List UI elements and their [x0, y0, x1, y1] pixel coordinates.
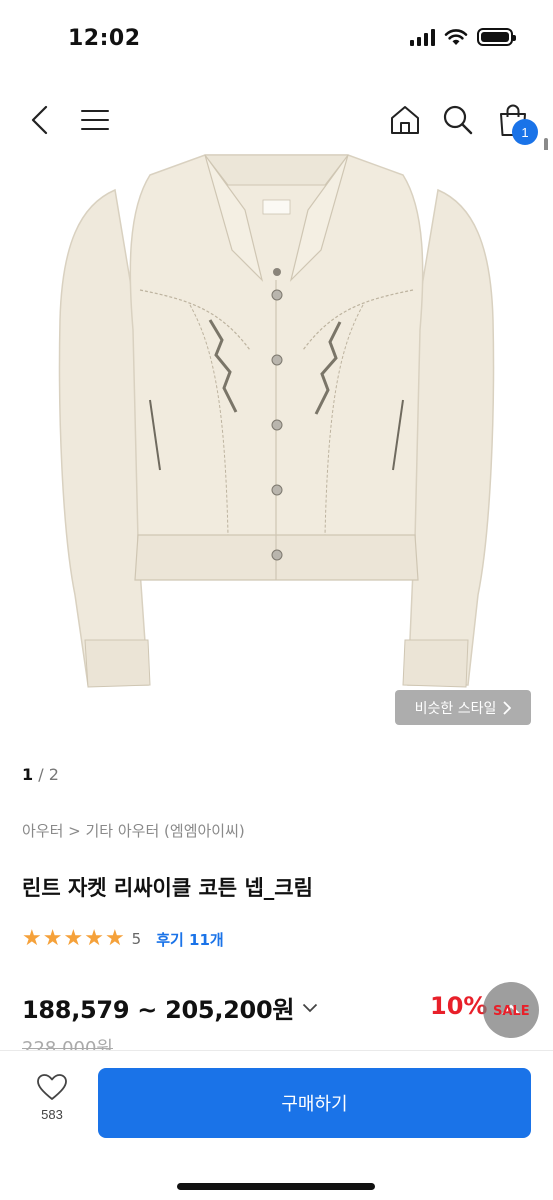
- star-icon: ★: [104, 926, 125, 951]
- bottom-purchase-bar: 583 구매하기: [0, 1050, 553, 1200]
- heart-icon: [37, 1074, 67, 1100]
- hamburger-menu-icon: [81, 110, 109, 130]
- cart-count-badge: 1: [512, 119, 538, 145]
- discount-rate: 10%: [430, 992, 488, 1020]
- chevron-right-icon: [503, 700, 512, 715]
- pager-total: 2: [48, 765, 59, 784]
- pager-current: 1: [22, 765, 34, 784]
- home-indicator: [177, 1183, 375, 1190]
- back-button[interactable]: [20, 100, 60, 140]
- search-icon: [443, 105, 473, 135]
- home-icon: [391, 106, 419, 134]
- rating-stars: ★ ★ ★ ★ ★: [22, 928, 125, 950]
- home-button[interactable]: [385, 100, 425, 140]
- sale-label: SALE: [493, 1004, 530, 1019]
- like-button[interactable]: 583: [22, 1073, 82, 1135]
- wifi-icon: [444, 29, 468, 45]
- price-row[interactable]: 188,579 ~ 205,200원: [22, 990, 318, 1025]
- similar-style-button[interactable]: 비슷한 스타일: [395, 690, 531, 725]
- status-bar: 12:02: [0, 0, 553, 84]
- status-icons: [410, 28, 516, 46]
- image-pager: 1 / 2: [22, 765, 59, 784]
- chevron-down-icon[interactable]: [302, 1003, 318, 1013]
- star-icon: ★: [22, 926, 42, 951]
- rating-value: 5: [131, 930, 142, 948]
- review-count-link[interactable]: 후기 11개: [156, 929, 224, 950]
- menu-button[interactable]: [75, 100, 115, 140]
- pager-separator: /: [38, 765, 44, 784]
- back-arrow-icon: [31, 105, 48, 135]
- star-icon: ★: [42, 926, 63, 951]
- category-breadcrumb[interactable]: 아우터 > 기타 아우터 (엠엠아이씨): [22, 820, 245, 841]
- battery-icon: [477, 28, 516, 46]
- search-button[interactable]: [438, 100, 478, 140]
- star-icon: ★: [63, 926, 84, 951]
- jacket-photo: [58, 154, 495, 688]
- rating-row: ★ ★ ★ ★ ★ 5 후기 11개: [22, 928, 224, 950]
- cellular-signal-icon: [410, 28, 435, 46]
- product-image[interactable]: [0, 150, 553, 745]
- star-icon: ★: [84, 926, 104, 951]
- status-time: 12:02: [68, 26, 141, 51]
- price-range: 188,579 ~ 205,200원: [22, 996, 295, 1024]
- top-nav-bar: [0, 92, 553, 148]
- like-count: 583: [41, 1107, 63, 1122]
- product-title: 린트 자켓 리싸이클 코튼 넵_크림: [22, 876, 313, 900]
- similar-style-label: 비슷한 스타일: [414, 700, 497, 717]
- buy-button[interactable]: 구매하기: [98, 1068, 531, 1138]
